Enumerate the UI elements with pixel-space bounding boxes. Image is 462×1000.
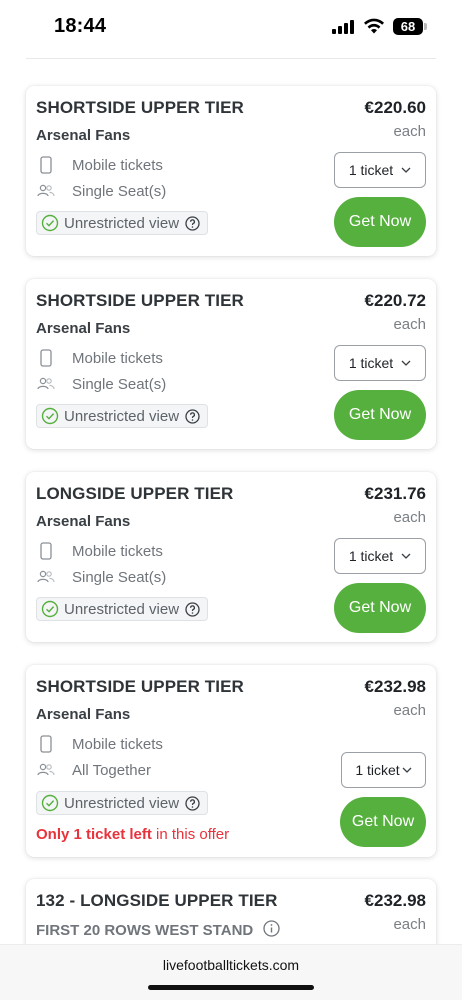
get-now-button[interactable]: Get Now [334,583,426,633]
listing-subtitle: Arsenal Fans [36,513,131,530]
unrestricted-view-badge[interactable]: Unrestricted view [36,211,209,235]
warning-text: in this offer [151,826,230,843]
price-each-label: each [393,123,426,140]
people-icon [36,375,56,393]
listing-title: SHORTSIDE UPPER TIER [36,98,244,117]
feature-label: Single Seat(s) [72,568,167,586]
check-circle-icon [41,794,59,812]
badge-label: Unrestricted view [64,214,180,232]
help-icon[interactable] [185,795,200,811]
unrestricted-view-badge[interactable]: Unrestricted view [36,791,209,815]
people-icon [36,761,56,779]
check-circle-icon [41,407,59,425]
listing-price: €220.72 [364,291,426,310]
listing-title: 132 - LONGSIDE UPPER TIER [36,891,278,910]
price-each-label: each [393,702,426,719]
feature-label: Mobile tickets [72,349,163,367]
feature-mobile-tickets: Mobile tickets [36,349,163,367]
listing-subtitle: FIRST 20 ROWS WEST STAND [36,920,281,939]
help-icon[interactable] [185,408,200,424]
quantity-select[interactable]: 1 ticket [334,152,426,188]
browser-url-bar[interactable]: livefootballtickets.com [0,944,462,1000]
status-time: 18:44 [54,15,107,37]
listing-subtitle-text: FIRST 20 ROWS WEST STAND [36,922,254,939]
feature-label: Mobile tickets [72,542,163,560]
get-now-button[interactable]: Get Now [340,797,426,847]
chevron-down-icon [401,553,411,559]
mobile-phone-icon [36,542,56,560]
people-icon [36,182,56,200]
feature-seating: Single Seat(s) [36,182,166,200]
listing-price: €232.98 [364,891,426,910]
chevron-down-icon [402,767,412,773]
check-circle-icon [41,600,59,618]
help-icon[interactable] [185,215,200,231]
mobile-phone-icon [36,349,56,367]
listing-price: €231.76 [364,484,426,503]
quantity-select[interactable]: 1 ticket [334,345,426,381]
cellular-signal-icon [332,20,356,34]
home-indicator[interactable] [148,985,314,990]
feature-seating: Single Seat(s) [36,375,166,393]
unrestricted-view-badge[interactable]: Unrestricted view [36,597,209,621]
listing-card[interactable]: SHORTSIDE UPPER TIER Arsenal Fans €220.6… [26,86,436,256]
quantity-select[interactable]: 1 ticket [334,538,426,574]
get-now-button[interactable]: Get Now [334,390,426,440]
unrestricted-view-badge[interactable]: Unrestricted view [36,404,209,428]
listing-price: €220.60 [364,98,426,117]
get-now-button[interactable]: Get Now [334,197,426,247]
listing-card[interactable]: SHORTSIDE UPPER TIER Arsenal Fans €220.7… [26,279,436,449]
listing-price: €232.98 [364,677,426,696]
badge-label: Unrestricted view [64,600,180,618]
price-each-label: each [393,916,426,933]
low-stock-warning: Only 1 ticket left in this offer [36,826,229,843]
feature-mobile-tickets: Mobile tickets [36,735,163,753]
listing-subtitle: Arsenal Fans [36,706,131,723]
quantity-value: 1 ticket [355,762,400,778]
quantity-value: 1 ticket [348,548,394,564]
chevron-down-icon [401,360,411,366]
price-each-label: each [393,316,426,333]
feature-mobile-tickets: Mobile tickets [36,542,163,560]
wifi-icon [363,17,385,35]
feature-label: Mobile tickets [72,735,163,753]
listing-title: SHORTSIDE UPPER TIER [36,291,244,310]
quantity-value: 1 ticket [348,355,394,371]
people-icon [36,568,56,586]
price-each-label: each [393,509,426,526]
info-icon[interactable] [263,920,281,937]
feature-mobile-tickets: Mobile tickets [36,156,163,174]
quantity-value: 1 ticket [348,162,394,178]
warning-bold-text: Only 1 ticket left [36,826,152,843]
badge-label: Unrestricted view [64,407,180,425]
status-bar: 18:44 68 [0,0,462,56]
listing-subtitle: Arsenal Fans [36,320,131,337]
listing-card[interactable]: LONGSIDE UPPER TIER Arsenal Fans €231.76… [26,472,436,642]
listing-card[interactable]: SHORTSIDE UPPER TIER Arsenal Fans €232.9… [26,665,436,857]
feature-label: Mobile tickets [72,156,163,174]
feature-seating: Single Seat(s) [36,568,166,586]
listing-subtitle: Arsenal Fans [36,127,131,144]
check-circle-icon [41,214,59,232]
listing-title: SHORTSIDE UPPER TIER [36,677,244,696]
listing-title: LONGSIDE UPPER TIER [36,484,234,503]
top-divider [26,58,436,59]
quantity-select[interactable]: 1 ticket [341,752,426,788]
chevron-down-icon [401,167,411,173]
mobile-phone-icon [36,156,56,174]
feature-label: Single Seat(s) [72,375,167,393]
battery-tip [424,23,427,30]
feature-label: All Together [72,761,151,779]
badge-label: Unrestricted view [64,794,180,812]
battery-icon: 68 [393,18,423,35]
url-text[interactable]: livefootballtickets.com [0,957,462,973]
help-icon[interactable] [185,601,200,617]
mobile-phone-icon [36,735,56,753]
feature-seating: All Together [36,761,151,779]
feature-label: Single Seat(s) [72,182,167,200]
